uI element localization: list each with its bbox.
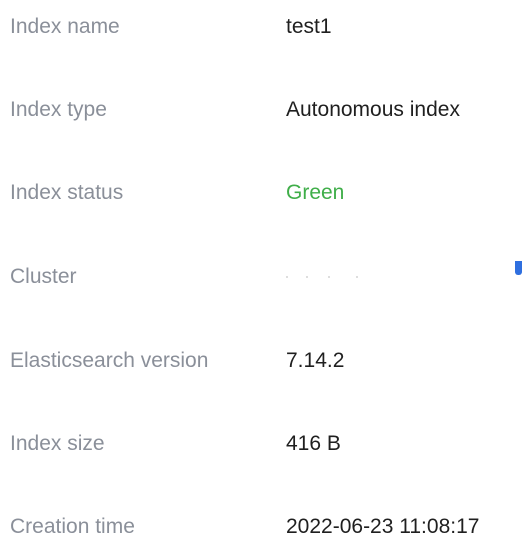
index-details-panel: Index name test1 Index type Autonomous i… [0, 0, 522, 538]
index-name-value: test1 [286, 15, 332, 38]
index-size-label: Index size [10, 432, 105, 455]
index-name-label: Index name [10, 15, 120, 38]
cluster-value-placeholder [286, 276, 376, 280]
elasticsearch-version-value: 7.14.2 [286, 349, 345, 372]
row-index-type: Index type Autonomous index [0, 90, 522, 130]
index-type-value: Autonomous index [286, 98, 460, 121]
row-cluster: Cluster [0, 257, 522, 297]
cluster-link-icon[interactable] [515, 261, 522, 275]
cluster-dot [286, 276, 288, 278]
row-elasticsearch-version: Elasticsearch version 7.14.2 [0, 341, 522, 381]
index-status-value: Green [286, 181, 345, 204]
cluster-dot [356, 276, 358, 278]
row-creation-time: Creation time 2022-06-23 11:08:17 [0, 507, 522, 547]
index-size-value: 416 B [286, 432, 341, 455]
cluster-label: Cluster [10, 265, 77, 288]
index-status-label: Index status [10, 181, 124, 204]
elasticsearch-version-label: Elasticsearch version [10, 349, 209, 372]
row-index-status: Index status Green [0, 173, 522, 213]
creation-time-value: 2022-06-23 11:08:17 [286, 515, 480, 538]
index-type-label: Index type [10, 98, 107, 121]
creation-time-label: Creation time [10, 515, 135, 538]
cluster-dot [328, 276, 330, 278]
cluster-dot [306, 276, 308, 278]
row-index-name: Index name test1 [0, 7, 522, 47]
row-index-size: Index size 416 B [0, 424, 522, 464]
